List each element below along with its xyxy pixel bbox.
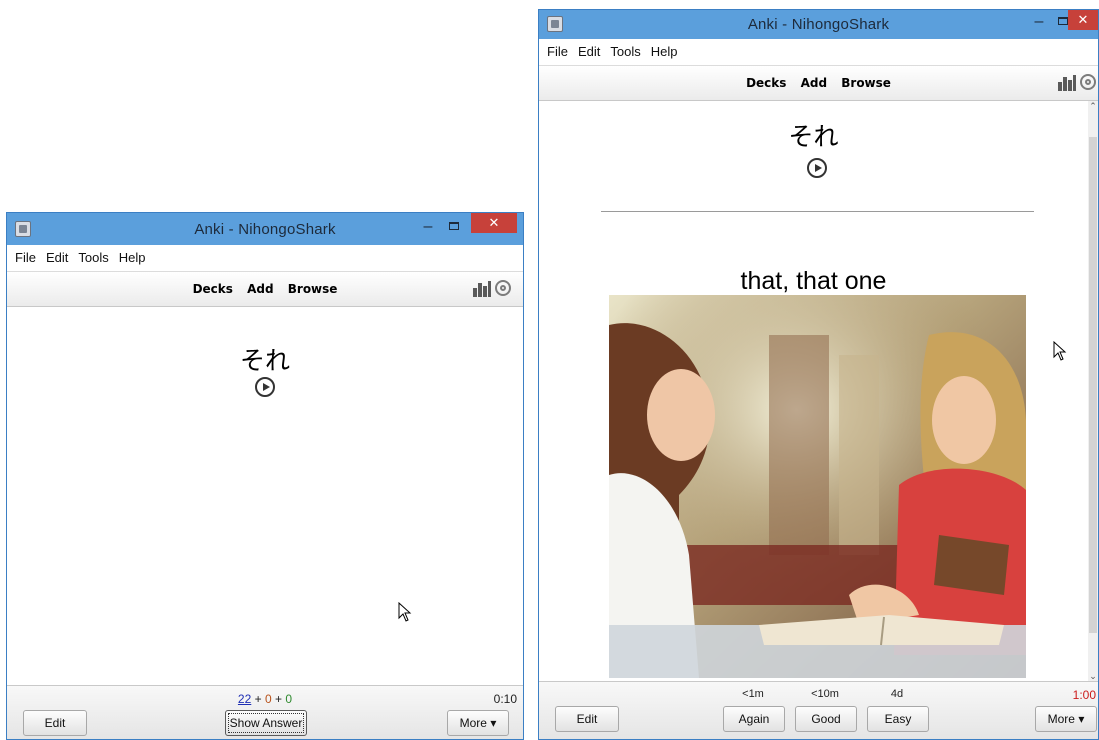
menu-file[interactable]: File [539, 39, 573, 59]
menu-edit[interactable]: Edit [573, 39, 605, 59]
more-button[interactable]: More ▾ [447, 710, 509, 736]
menu-bar: File Edit Tools Help [7, 245, 523, 271]
card-front-word: それ [788, 122, 839, 151]
browse-link[interactable]: Browse [841, 76, 891, 90]
count-separator: + [275, 692, 283, 706]
due-counts: 22 + 0 + 0 [7, 692, 523, 706]
minimize-icon[interactable]: – [1026, 14, 1052, 32]
stats-icon[interactable] [473, 281, 491, 297]
sync-icon[interactable] [1080, 74, 1096, 90]
browse-link[interactable]: Browse [288, 282, 338, 296]
anki-window-question: Anki - NihongoShark – ✕ File Edit Tools Hel… [6, 212, 524, 740]
show-answer-button[interactable]: Show Answer [225, 710, 307, 736]
sync-icon[interactable] [495, 280, 511, 296]
decks-link[interactable]: Decks [746, 76, 786, 90]
window-title: Anki - NihongoShark [747, 16, 890, 33]
new-count[interactable]: 22 [238, 692, 251, 706]
decks-link[interactable]: Decks [193, 282, 233, 296]
scroll-thumb[interactable] [1089, 137, 1097, 633]
mouse-cursor-icon [1053, 341, 1067, 361]
anki-window-answer: Anki - NihongoShark – ✕ File Edit Tools Hel… [538, 9, 1099, 740]
menu-file[interactable]: File [7, 245, 41, 265]
show-answer-label: Show Answer [229, 716, 303, 730]
menu-edit[interactable]: Edit [41, 245, 73, 265]
edit-button[interactable]: Edit [23, 710, 87, 736]
card-timer: 0:10 [493, 692, 517, 706]
easy-button[interactable]: Easy [867, 706, 929, 732]
main-toolbar: Decks Add Browse [539, 65, 1098, 101]
count-separator: + [254, 692, 262, 706]
question-answer-divider [601, 211, 1034, 212]
edit-button[interactable]: Edit [555, 706, 619, 732]
review-bottom-bar: <1m <10m 4d 1:00 Edit Again Good Easy Mo… [539, 681, 1098, 739]
menu-bar: File Edit Tools Help [539, 39, 1098, 65]
good-interval: <10m [811, 688, 839, 700]
more-button[interactable]: More ▾ [1035, 706, 1097, 732]
menu-tools[interactable]: Tools [605, 39, 645, 59]
card-back-meaning: that, that one [740, 267, 887, 295]
scroll-down-icon[interactable]: ⌄ [1088, 671, 1098, 681]
card-scrollbar[interactable]: ⌃ ⌄ [1088, 101, 1098, 681]
mouse-cursor-icon [398, 602, 412, 622]
again-interval: <1m [742, 688, 764, 700]
title-bar[interactable]: Anki - NihongoShark – ✕ [7, 213, 523, 245]
review-bottom-bar: 22 + 0 + 0 0:10 Edit Show Answer More ▾ [7, 685, 523, 739]
menu-tools[interactable]: Tools [73, 245, 113, 265]
stats-icon[interactable] [1058, 75, 1076, 91]
main-toolbar: Decks Add Browse [7, 271, 523, 307]
easy-interval: 4d [890, 688, 904, 700]
again-button[interactable]: Again [723, 706, 785, 732]
card-view: それ that, that one [539, 101, 1088, 681]
add-link[interactable]: Add [801, 76, 827, 90]
maximize-icon[interactable] [441, 220, 467, 236]
close-icon[interactable]: ✕ [1068, 10, 1098, 30]
play-audio-icon[interactable] [255, 377, 275, 397]
learning-count: 0 [264, 692, 272, 706]
scroll-up-icon[interactable]: ⌃ [1088, 101, 1098, 111]
card-timer: 1:00 [1072, 688, 1096, 702]
title-bar[interactable]: Anki - NihongoShark – ✕ [539, 10, 1098, 39]
good-button[interactable]: Good [795, 706, 857, 732]
card-photo [609, 295, 1026, 678]
card-view: それ [7, 307, 523, 685]
card-front-word: それ [239, 346, 290, 375]
minimize-icon[interactable]: – [415, 219, 441, 237]
play-audio-icon[interactable] [807, 158, 827, 178]
menu-help[interactable]: Help [646, 39, 683, 59]
close-icon[interactable]: ✕ [471, 213, 517, 233]
add-link[interactable]: Add [247, 282, 273, 296]
menu-help[interactable]: Help [114, 245, 151, 265]
review-count: 0 [285, 692, 293, 706]
